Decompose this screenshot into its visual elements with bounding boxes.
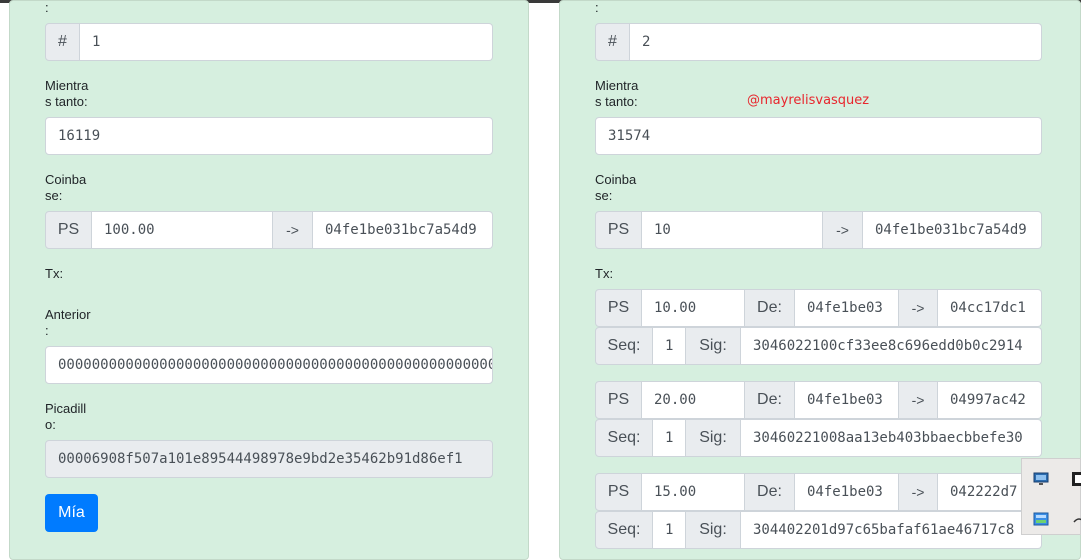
tx-row-signature: Seq: 1 Sig: 30460221008aa13eb403bbaecbbe… [595, 419, 1042, 457]
tx-row-amount: PS 15.00 De: 04fe1be03 -> 042222d7 [595, 473, 1042, 511]
tx-seq-addon: Seq: [595, 511, 653, 549]
block-number-group: # 1 [45, 23, 493, 61]
tx-ps-addon: PS [595, 381, 642, 419]
coinbase-arrow-addon: -> [273, 211, 313, 249]
nonce-input[interactable]: 31574 [595, 117, 1042, 155]
tx-from-input[interactable]: 04fe1be03 [795, 473, 899, 511]
tx-from-addon: De: [745, 289, 795, 327]
coinbase-amount-input[interactable]: 100.00 [92, 211, 273, 249]
nonce-label-line1: Mientra [595, 78, 639, 93]
previous-label: Anterior : [45, 307, 91, 339]
coinbase-label: Coinba se: [595, 172, 636, 204]
previous-label-line1: Anterior [45, 307, 91, 322]
tx-row-signature: Seq: 1 Sig: 304402201d97c65bafaf61ae4671… [595, 511, 1042, 549]
tx-amount-input[interactable]: 10.00 [642, 289, 745, 327]
tx-seq-input[interactable]: 1 [653, 511, 686, 549]
coinbase-to-input[interactable]: 04fe1be031bc7a54d9 [863, 211, 1042, 249]
coinbase-label-line1: Coinba [595, 172, 637, 187]
tx-seq-input[interactable]: 1 [653, 327, 686, 365]
tx-ps-addon: PS [595, 289, 642, 327]
tx-sig-input[interactable]: 304402201d97c65bafaf61ae46717c8 [741, 511, 1042, 549]
nonce-label-line1: Mientra [45, 78, 89, 93]
block-colon: : [45, 0, 49, 15]
coinbase-label: Coinba se: [45, 172, 86, 204]
tx-label: Tx: [45, 266, 64, 281]
coinbase-group: PS 100.00 -> 04fe1be031bc7a54d9 [45, 211, 493, 249]
tx-seq-input[interactable]: 1 [653, 419, 686, 457]
hash-label-line2: o: [45, 417, 56, 432]
coinbase-label-line1: Coinba [45, 172, 87, 187]
watermark-text: @mayrelisvasquez [747, 93, 870, 108]
tx-sig-input[interactable]: 30460221008aa13eb403bbaecbbefe30 [741, 419, 1042, 457]
tx-seq-addon: Seq: [595, 327, 653, 365]
nonce-label-line2: s tanto: [45, 94, 88, 109]
tx-arrow-addon: -> [899, 289, 938, 327]
wifi-icon[interactable] [1071, 513, 1081, 529]
nonce-input[interactable]: 16119 [45, 117, 493, 155]
coinbase-ps-addon: PS [595, 211, 642, 249]
tx-sig-addon: Sig: [686, 419, 741, 457]
tx-sig-input[interactable]: 3046022100cf33ee8c696edd0b0c2914 [741, 327, 1042, 365]
block-number-input[interactable]: 1 [80, 23, 493, 61]
tx-from-addon: De: [745, 473, 795, 511]
previous-hash-input[interactable]: 0000000000000000000000000000000000000000… [45, 346, 493, 384]
tx-row-amount: PS 10.00 De: 04fe1be03 -> 04cc17dc1 [595, 289, 1042, 327]
coinbase-amount-input[interactable]: 10 [642, 211, 823, 249]
tx-from-input[interactable]: 04fe1be03 [795, 381, 899, 419]
tx-from-addon: De: [745, 381, 795, 419]
tx-row-signature: Seq: 1 Sig: 3046022100cf33ee8c696edd0b0c… [595, 327, 1042, 365]
block-colon: : [595, 0, 599, 15]
coinbase-arrow-addon: -> [823, 211, 863, 249]
hash-output: 00006908f507a101e89544498978e9bd2e35462b… [45, 440, 493, 478]
previous-label-line2: : [45, 323, 49, 338]
tx-sig-addon: Sig: [686, 511, 741, 549]
block-number-group: # 2 [595, 23, 1042, 61]
hash-addon: # [595, 23, 630, 61]
nonce-label: Mientra s tanto: [45, 78, 88, 110]
system-tray-popup [1021, 458, 1081, 535]
tx-sig-addon: Sig: [686, 327, 741, 365]
nonce-label: Mientra s tanto: [595, 78, 638, 110]
tx-ps-addon: PS [595, 473, 642, 511]
tx-row-amount: PS 20.00 De: 04fe1be03 -> 04997ac42 [595, 381, 1042, 419]
hash-addon: # [45, 23, 80, 61]
coinbase-ps-addon: PS [45, 211, 92, 249]
nonce-group: 16119 [45, 117, 493, 155]
previous-group: 0000000000000000000000000000000000000000… [45, 346, 493, 384]
coinbase-group: PS 10 -> 04fe1be031bc7a54d9 [595, 211, 1042, 249]
tx-amount-input[interactable]: 15.00 [642, 473, 745, 511]
nonce-group: 31574 [595, 117, 1042, 155]
app-icon[interactable] [1071, 471, 1081, 487]
hash-label: Picadill o: [45, 401, 86, 433]
tx-arrow-addon: -> [899, 381, 938, 419]
tx-amount-input[interactable]: 20.00 [642, 381, 745, 419]
tx-seq-addon: Seq: [595, 419, 653, 457]
nonce-label-line2: s tanto: [595, 94, 638, 109]
tx-arrow-addon: -> [899, 473, 938, 511]
tx-from-input[interactable]: 04fe1be03 [795, 289, 899, 327]
hash-label-line1: Picadill [45, 401, 87, 416]
network-icon[interactable] [1033, 511, 1049, 527]
tx-label: Tx: [595, 266, 614, 281]
hash-group: 00006908f507a101e89544498978e9bd2e35462b… [45, 440, 493, 478]
tx-to-input[interactable]: 04cc17dc1 [938, 289, 1042, 327]
coinbase-to-input[interactable]: 04fe1be031bc7a54d9 [313, 211, 493, 249]
tx-to-input[interactable]: 04997ac42 [938, 381, 1042, 419]
coinbase-label-line2: se: [595, 188, 613, 203]
mine-button[interactable]: Mía [45, 494, 98, 532]
coinbase-label-line2: se: [45, 188, 63, 203]
computer-icon[interactable] [1033, 471, 1049, 487]
block-number-input[interactable]: 2 [630, 23, 1042, 61]
